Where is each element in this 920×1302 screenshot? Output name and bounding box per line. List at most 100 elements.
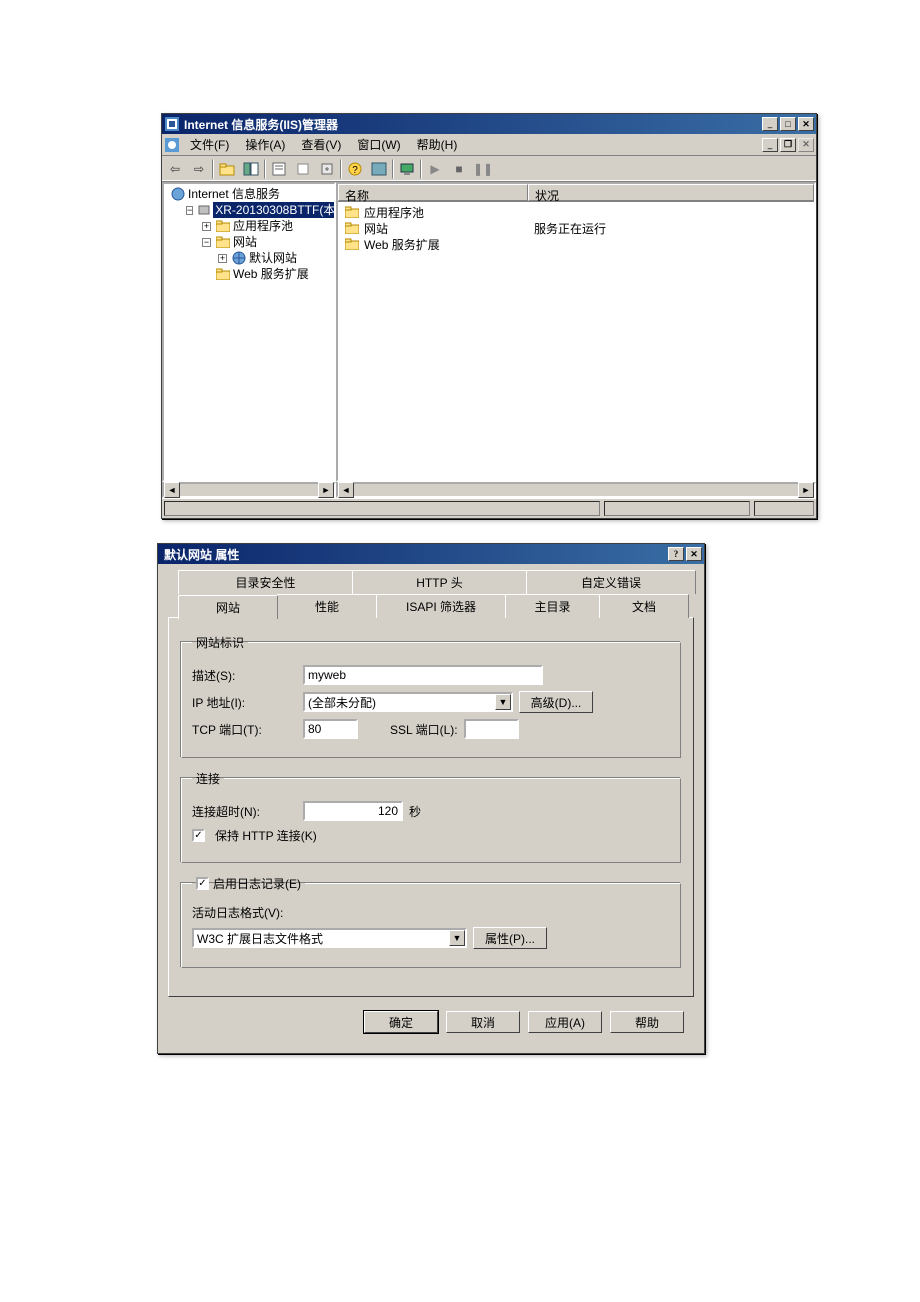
advanced-button[interactable]: 高级(D)...	[519, 691, 593, 713]
chevron-down-icon[interactable]: ▼	[449, 930, 465, 946]
list-item[interactable]: Web 服务扩展	[344, 236, 808, 252]
group-ident-label: 网站标识	[192, 634, 248, 651]
dialog-titlebar[interactable]: 默认网站 属性 ? ✕	[158, 544, 704, 564]
show-hide-icon[interactable]	[240, 158, 262, 180]
enable-logging-checkbox[interactable]: ✓	[196, 877, 209, 890]
scroll-left-icon[interactable]: ◄	[164, 482, 180, 498]
server-icon	[197, 202, 211, 218]
list-item-status: 服务正在运行	[534, 220, 606, 237]
nav-forward-icon[interactable]: ⇨	[188, 158, 210, 180]
mdi-restore-button[interactable]: ❐	[780, 138, 796, 152]
help-button[interactable]: 帮助	[610, 1011, 684, 1033]
tree-web-ext[interactable]: Web 服务扩展	[166, 266, 332, 282]
list-scrollbar[interactable]: ◄ ►	[336, 482, 816, 498]
tab-home-dir[interactable]: 主目录	[505, 594, 600, 618]
up-folder-icon[interactable]	[216, 158, 238, 180]
tab-custom-errors[interactable]: 自定义错误	[526, 570, 696, 594]
col-status[interactable]: 状况	[528, 184, 814, 201]
status-panel	[754, 501, 814, 516]
iis-titlebar[interactable]: Internet 信息服务(IIS)管理器 _ □ ✕	[162, 114, 816, 134]
mdi-close-button[interactable]: ✕	[798, 138, 814, 152]
cancel-button[interactable]: 取消	[446, 1011, 520, 1033]
menu-action[interactable]: 操作(A)	[239, 134, 291, 155]
ip-address-combo[interactable]: (全部未分配) ▼	[303, 692, 513, 712]
ok-button[interactable]: 确定	[364, 1011, 438, 1033]
help-button[interactable]: ?	[668, 547, 684, 561]
list-header: 名称 状况	[338, 184, 814, 202]
list-item[interactable]: 网站 服务正在运行	[344, 220, 808, 236]
description-input[interactable]	[303, 665, 543, 685]
expand-icon[interactable]: +	[218, 254, 227, 263]
properties-icon[interactable]	[268, 158, 290, 180]
label-description: 描述(S):	[192, 667, 297, 684]
maximize-button[interactable]: □	[780, 117, 796, 131]
list-item-name: 网站	[364, 220, 388, 237]
list-item[interactable]: 应用程序池	[344, 204, 808, 220]
separator	[212, 159, 214, 179]
close-button[interactable]: ✕	[798, 117, 814, 131]
collapse-icon[interactable]: −	[202, 238, 211, 247]
tree-root[interactable]: Internet 信息服务	[166, 186, 332, 202]
status-panel	[164, 501, 600, 516]
scroll-left-icon[interactable]: ◄	[338, 482, 354, 498]
mdi-minimize-button[interactable]: _	[762, 138, 778, 152]
tree-scrollbar[interactable]: ◄ ►	[162, 482, 336, 498]
tabs-front-row: 网站 性能 ISAPI 筛选器 主目录 文档	[178, 594, 694, 618]
tab-website[interactable]: 网站	[178, 595, 278, 619]
apply-button[interactable]: 应用(A)	[528, 1011, 602, 1033]
label-ssl-port: SSL 端口(L):	[390, 721, 458, 738]
label-timeout: 连接超时(N):	[192, 803, 297, 820]
ssl-port-input[interactable]	[464, 719, 519, 739]
collapse-icon[interactable]: −	[186, 206, 193, 215]
folder-icon	[344, 204, 360, 220]
menu-help[interactable]: 帮助(H)	[411, 134, 464, 155]
log-properties-button[interactable]: 属性(P)...	[473, 927, 547, 949]
window-title: Internet 信息服务(IIS)管理器	[184, 116, 338, 133]
pause-icon[interactable]: ❚❚	[472, 158, 494, 180]
menu-file[interactable]: 文件(F)	[184, 134, 235, 155]
menu-view[interactable]: 查看(V)	[295, 134, 347, 155]
tcp-port-input[interactable]	[303, 719, 358, 739]
tree-pane[interactable]: Internet 信息服务 − XR-20130308BTTF(本地计 + 应用…	[162, 182, 336, 482]
tree-websites[interactable]: − 网站	[166, 234, 332, 250]
tab-documents[interactable]: 文档	[599, 594, 689, 618]
views-icon[interactable]	[368, 158, 390, 180]
close-button[interactable]: ✕	[686, 547, 702, 561]
list-pane[interactable]: 名称 状况 应用程序池 网站 服务正在运行 Web 服务扩展	[336, 182, 816, 482]
log-format-combo[interactable]: W3C 扩展日志文件格式 ▼	[192, 928, 467, 948]
tree-default-site[interactable]: + 默认网站	[166, 250, 332, 266]
export-icon[interactable]	[316, 158, 338, 180]
folder-open-icon	[215, 234, 231, 250]
tab-performance[interactable]: 性能	[277, 594, 377, 618]
folder-icon	[344, 236, 360, 252]
website-icon	[231, 250, 247, 266]
help-icon[interactable]: ?	[344, 158, 366, 180]
tab-http-headers[interactable]: HTTP 头	[352, 570, 527, 594]
tab-isapi[interactable]: ISAPI 筛选器	[376, 594, 506, 618]
scroll-right-icon[interactable]: ►	[318, 482, 334, 498]
list-body: 应用程序池 网站 服务正在运行 Web 服务扩展	[338, 202, 814, 254]
separator	[392, 159, 394, 179]
tree-app-pools[interactable]: + 应用程序池	[166, 218, 332, 234]
iis-manager-window: Internet 信息服务(IIS)管理器 _ □ ✕ 文件(F) 操作(A) …	[161, 113, 817, 519]
keepalive-checkbox[interactable]: ✓	[192, 829, 205, 842]
separator	[420, 159, 422, 179]
scroll-right-icon[interactable]: ►	[798, 482, 814, 498]
tab-dir-security[interactable]: 目录安全性	[178, 570, 353, 594]
nav-back-icon[interactable]: ⇦	[164, 158, 186, 180]
chevron-down-icon[interactable]: ▼	[495, 694, 511, 710]
tree-websites-label: 网站	[233, 234, 257, 250]
timeout-input[interactable]	[303, 801, 403, 821]
col-name[interactable]: 名称	[338, 184, 528, 201]
refresh-icon[interactable]	[292, 158, 314, 180]
group-website-ident: 网站标识 描述(S): IP 地址(I): (全部未分配) ▼ 高级(D)...…	[181, 634, 681, 758]
tab-panel: 网站标识 描述(S): IP 地址(I): (全部未分配) ▼ 高级(D)...…	[168, 617, 694, 997]
menu-window[interactable]: 窗口(W)	[351, 134, 406, 155]
tree-server[interactable]: − XR-20130308BTTF(本地计	[166, 202, 332, 218]
mdi-icon	[164, 137, 180, 153]
stop-icon[interactable]: ■	[448, 158, 470, 180]
computer-icon[interactable]	[396, 158, 418, 180]
minimize-button[interactable]: _	[762, 117, 778, 131]
play-icon[interactable]: ▶	[424, 158, 446, 180]
expand-icon[interactable]: +	[202, 222, 211, 231]
